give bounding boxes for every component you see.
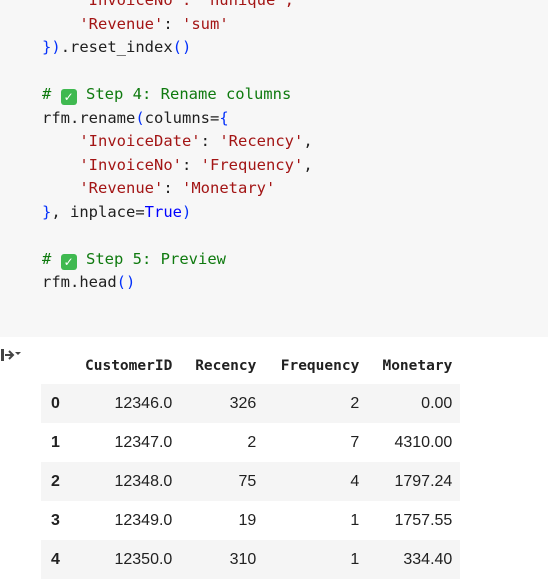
check-mark-icon: ✓: [60, 89, 77, 105]
column-header-monetary: Monetary: [382, 358, 453, 374]
cell-frequency: 7: [350, 433, 360, 451]
code-cell[interactable]: 'InvoiceNo': 'nunique', 'Revenue': 'sum'…: [0, 0, 548, 337]
cell-monetary: 1757.55: [394, 511, 453, 529]
code-token: 'Frequency': [200, 155, 304, 174]
code-token: 'InvoiceNo': 'nunique',: [42, 0, 294, 9]
code-editor[interactable]: 'InvoiceNo': 'nunique', 'Revenue': 'sum'…: [42, 0, 313, 295]
cell-recency: 19: [238, 511, 257, 529]
cell-recency: 310: [229, 550, 257, 568]
cell-recency: 326: [229, 394, 257, 412]
cell-customerid: 12346.0: [114, 394, 173, 412]
cell-monetary: 4310.00: [394, 433, 453, 451]
code-token: :: [163, 14, 182, 33]
row-index: 0: [51, 394, 60, 412]
table-row: 3 12349.0 19 1 1757.55: [41, 501, 460, 540]
code-line: # ✓ Step 4: Rename columns: [42, 83, 313, 107]
cell-customerid: 12349.0: [114, 511, 173, 529]
cell-frequency: 2: [350, 394, 360, 412]
code-token: :: [163, 179, 182, 197]
code-line: }).reset_index(): [42, 36, 313, 60]
code-token: True: [144, 202, 182, 221]
code-token: 'sum': [182, 14, 229, 33]
cell-frequency: 1: [350, 550, 360, 568]
output-expand-icon[interactable]: [0, 346, 24, 366]
code-line: rfm.head(): [42, 271, 313, 295]
column-header-index: [41, 348, 77, 384]
code-token: 'Recency': [219, 132, 304, 150]
cell-recency: 75: [238, 472, 257, 490]
cell-customerid: 12347.0: [114, 433, 173, 451]
code-token: , inplace=: [51, 202, 145, 221]
code-token: 'Monetary': [182, 179, 276, 197]
code-line: 'InvoiceNo': 'nunique',: [42, 0, 313, 13]
row-index: 2: [51, 472, 60, 490]
cell-monetary: 1797.24: [394, 472, 453, 490]
table-row: 1 12347.0 2 7 4310.00: [41, 423, 460, 462]
code-token: ): [51, 38, 61, 56]
code-token: Step 5: Preview: [76, 249, 226, 268]
table-header-row: CustomerID Recency Frequency Monetary: [41, 348, 460, 384]
code-token: 'Revenue': [79, 14, 164, 33]
code-token: {: [219, 108, 229, 127]
cell-customerid: 12348.0: [114, 472, 173, 490]
code-token: Step 4: Rename columns: [76, 85, 292, 103]
cell-monetary: 334.40: [403, 550, 453, 568]
code-line: # ✓ Step 5: Preview: [42, 248, 313, 272]
code-token: :: [181, 155, 201, 174]
row-index: 1: [51, 433, 60, 451]
column-header-recency: Recency: [195, 358, 257, 374]
code-token: (: [135, 108, 145, 127]
code-token: ): [182, 202, 192, 221]
code-token: :: [200, 132, 220, 150]
table-row: 0 12346.0 326 2 0.00: [41, 384, 461, 423]
dataframe-table: CustomerID Recency Frequency Monetary 0 …: [41, 348, 461, 579]
cell-recency: 2: [247, 433, 257, 451]
table-row: 4 12350.0 310 1 334.40: [41, 540, 461, 579]
code-token: #: [42, 85, 61, 103]
row-index: 3: [51, 511, 60, 529]
code-token: .reset_index: [60, 38, 173, 56]
code-token: rfm.head: [42, 273, 117, 291]
code-token: 'InvoiceNo': [79, 155, 182, 174]
table-row: 2 12348.0 75 4 1797.24: [41, 462, 461, 501]
code-line: 'Revenue': 'sum': [42, 13, 313, 37]
cell-frequency: 4: [350, 472, 360, 490]
code-line: 'InvoiceDate': 'Recency',: [42, 130, 313, 154]
column-header-customerid: CustomerID: [85, 358, 173, 374]
code-token: columns=: [144, 108, 220, 127]
code-token: }: [42, 202, 52, 221]
cell-monetary: 0.00: [421, 394, 453, 412]
code-line: rfm.rename(columns={: [42, 107, 313, 131]
code-token: #: [42, 249, 61, 268]
code-token: ,: [303, 155, 313, 174]
code-line: }, inplace=True): [42, 201, 313, 225]
code-token: (): [172, 38, 192, 56]
cell-customerid: 12350.0: [114, 550, 173, 568]
code-token: (): [116, 273, 136, 291]
code-token: ,: [303, 132, 313, 150]
code-token: 'Revenue': [79, 179, 164, 197]
check-mark-icon: ✓: [60, 253, 77, 270]
cell-frequency: 1: [350, 511, 360, 529]
row-index: 4: [51, 550, 60, 568]
code-token: 'InvoiceDate': [79, 132, 201, 150]
code-line: 'Revenue': 'Monetary': [42, 177, 313, 201]
code-token: }: [42, 38, 52, 56]
code-line: 'InvoiceNo': 'Frequency',: [42, 154, 313, 178]
column-header-frequency: Frequency: [280, 358, 360, 374]
code-token: rfm.rename: [42, 108, 136, 127]
